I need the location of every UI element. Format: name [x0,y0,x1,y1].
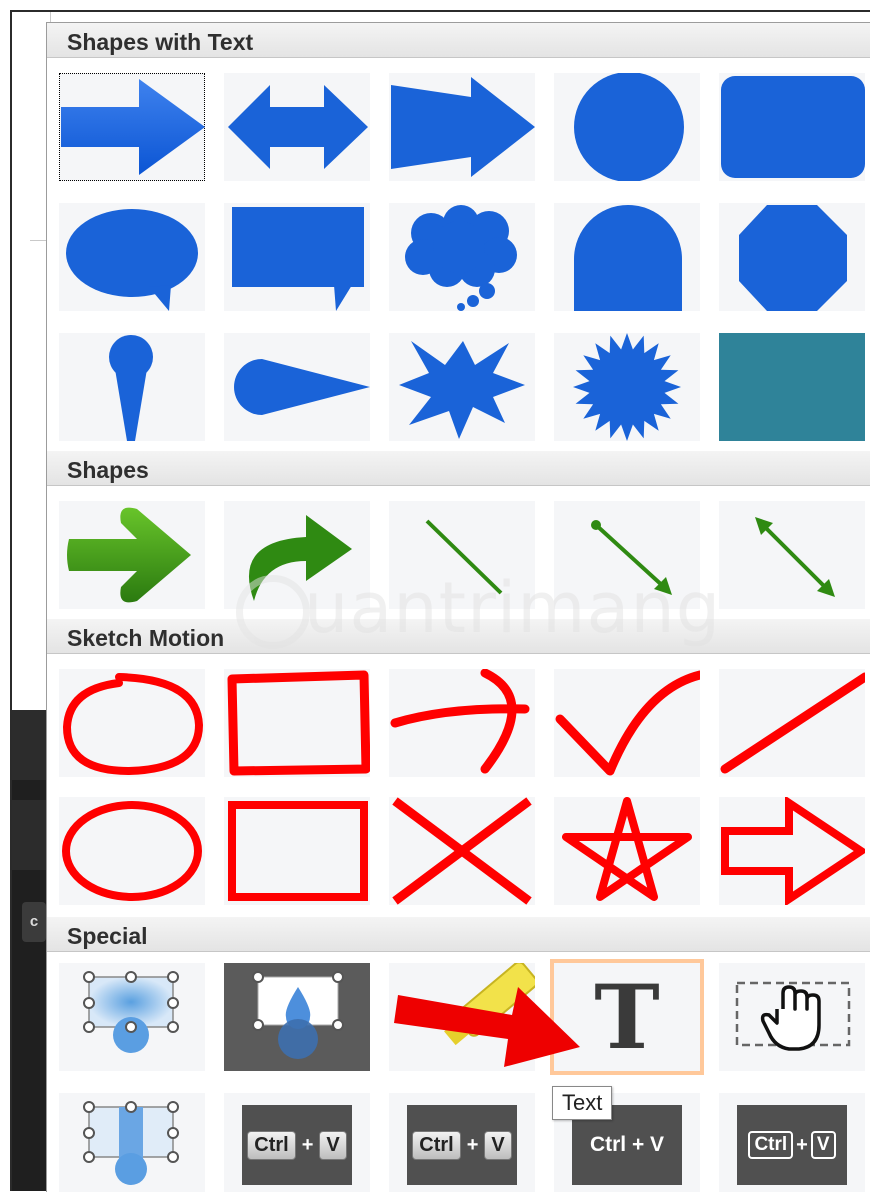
shape-teardrop-horizontal[interactable] [224,333,370,441]
shape-explosion[interactable] [389,333,535,441]
v-key: V [810,1131,836,1159]
v-key: V [484,1130,512,1160]
plus-sign: + [301,1133,314,1156]
shape-circle[interactable] [554,73,700,181]
shape-teardrop-square[interactable] [554,203,700,311]
plus-sign: + [796,1133,808,1156]
special-spotlight-tool[interactable] [224,963,370,1071]
ctrl-plus-v-label: Ctrl + V [589,1133,665,1156]
section-title: Shapes [67,457,149,483]
shape-teal-rectangle[interactable] [719,333,865,441]
shape-thought-cloud[interactable] [389,203,535,311]
shape-wide-arrow[interactable] [389,73,535,181]
sketch-rectangle-hand[interactable] [224,669,370,777]
special-paste-tool-1[interactable]: Ctrl + V [224,1093,370,1192]
ctrl-key: Ctrl [412,1130,461,1160]
sketch-slash-line[interactable] [719,669,865,777]
red-annotation-arrow [394,987,580,1067]
section-header-shapes: Shapes [47,451,870,486]
sketch-x-mark[interactable] [389,797,535,905]
special-blur-tool[interactable] [59,963,205,1071]
v-key: V [319,1130,347,1160]
section-title: Sketch Motion [67,625,225,651]
section-header-special: Special [47,917,870,952]
shape-pin[interactable] [59,333,205,441]
ctrl-key: Ctrl [247,1130,296,1160]
sketch-circle-hand[interactable] [59,669,205,777]
special-paste-tool-4[interactable]: Ctrl + V [719,1093,865,1192]
plus-sign: + [466,1133,479,1156]
sketch-arrow-hand[interactable] [389,669,535,777]
special-paste-tool-2[interactable]: Ctrl + V [389,1093,535,1192]
section-header-sketch-motion: Sketch Motion [47,619,870,654]
shape-speech-bubble-rect[interactable] [224,203,370,311]
special-step-tool[interactable] [719,963,865,1071]
shape-rounded-rectangle[interactable] [719,73,865,181]
shape-octagon[interactable] [719,203,865,311]
sketch-arrow-outline[interactable] [719,797,865,905]
sketch-star[interactable] [554,797,700,905]
sketch-ellipse[interactable] [59,797,205,905]
section-header-shapes-with-text: Shapes with Text [47,23,870,58]
shape-speech-bubble-oval[interactable] [59,203,205,311]
shape-double-line-arrow[interactable] [719,501,865,609]
special-blur-tool-2[interactable] [59,1093,205,1192]
shape-arrow-right[interactable] [59,73,205,181]
shape-green-arrow[interactable] [59,501,205,609]
side-button[interactable]: c [22,902,46,942]
ctrl-key: Ctrl [748,1131,794,1159]
section-title: Special [67,923,148,949]
starburst-polygon [573,333,681,441]
shape-line[interactable] [389,501,535,609]
shape-double-arrow[interactable] [224,73,370,181]
tooltip: Text [552,1086,613,1120]
section-title: Shapes with Text [67,29,254,55]
shape-starburst[interactable] [554,333,700,441]
sketch-checkmark[interactable] [554,669,700,777]
sketch-rectangle[interactable] [224,797,370,905]
shape-curved-arrow[interactable] [224,501,370,609]
dark-side-panel [12,710,48,1191]
shape-line-arrow[interactable] [554,501,700,609]
